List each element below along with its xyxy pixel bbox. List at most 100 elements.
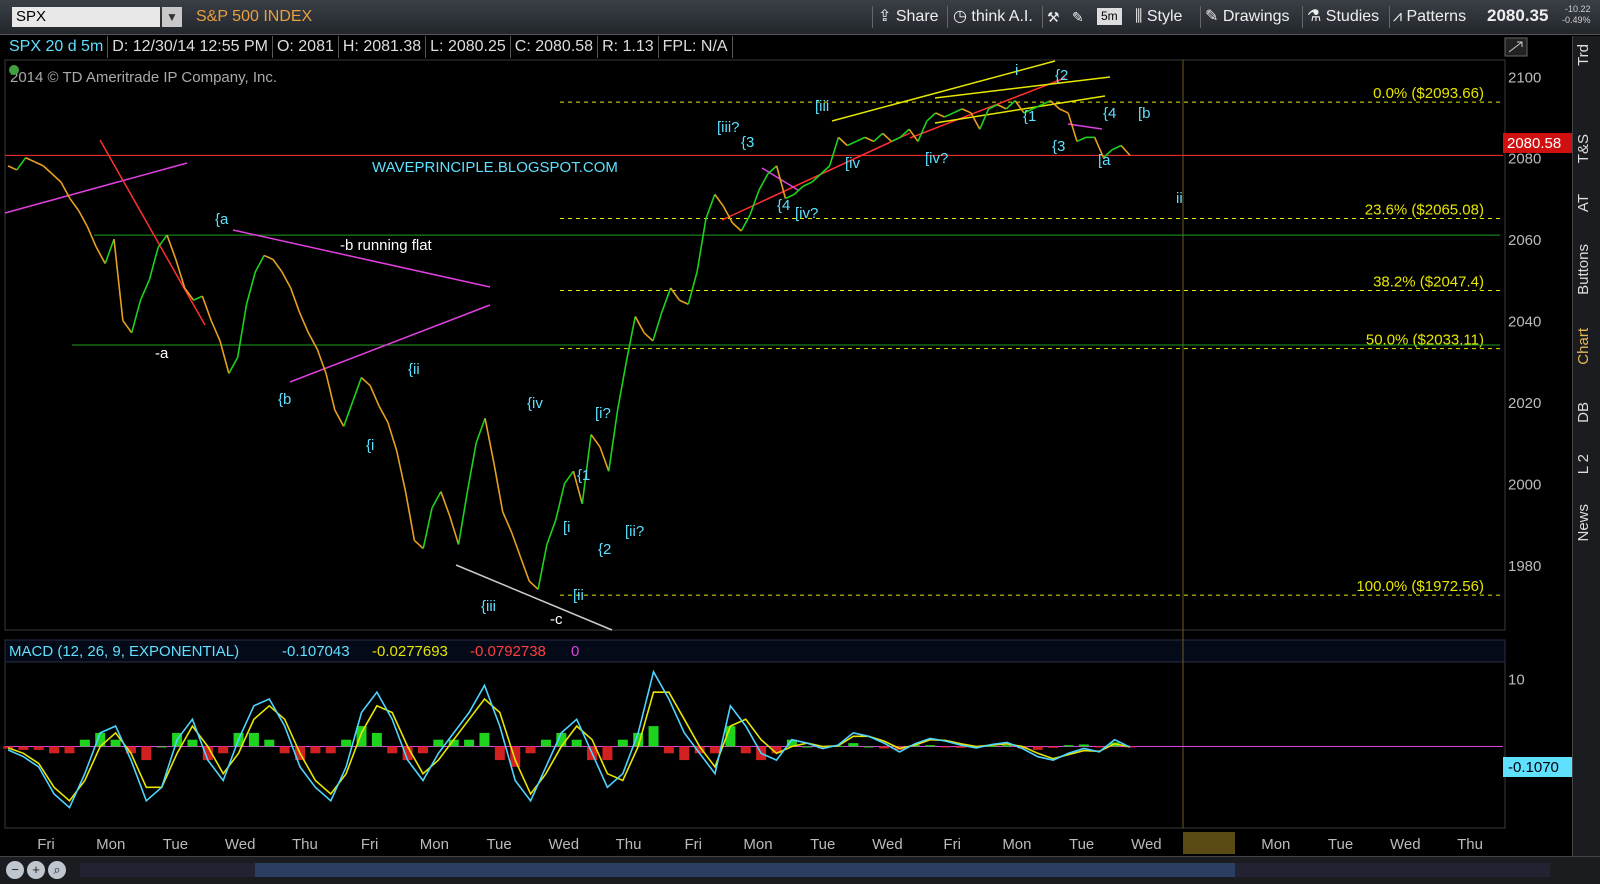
- price-segment: [298, 312, 310, 334]
- wave-label: {1: [1023, 108, 1036, 125]
- price-segment: [281, 271, 292, 289]
- wave-label: {3: [741, 134, 754, 151]
- macd-axis-tick: 10: [1508, 672, 1525, 689]
- price-segment: [113, 239, 124, 321]
- macd-histogram-bar: [156, 746, 167, 748]
- time-axis-tick: Mon: [420, 836, 449, 853]
- price-segment: [325, 373, 336, 411]
- price-segment: [122, 320, 133, 334]
- time-axis-tick: Tue: [163, 836, 188, 853]
- fib-level-label: 100.0% ($1972.56): [1356, 578, 1484, 595]
- price-segment: [254, 255, 265, 273]
- zoom-out-icon[interactable]: −: [6, 861, 24, 879]
- price-segment: [882, 132, 893, 143]
- wave-label: {i: [366, 437, 374, 454]
- macd-histogram-bar: [648, 726, 659, 747]
- tab-db[interactable]: DB: [1575, 402, 1599, 423]
- macd-histogram-bar: [848, 743, 859, 747]
- macd-histogram-bar: [433, 739, 444, 747]
- zoom-in-icon[interactable]: +: [27, 861, 45, 879]
- price-axis-tick: 2060: [1508, 232, 1541, 249]
- price-segment: [873, 132, 884, 143]
- trend-line: [99, 139, 206, 326]
- time-axis-tick: Fri: [685, 836, 703, 853]
- time-axis-tick: Wed: [549, 836, 580, 853]
- macd-histogram-bar: [49, 746, 60, 754]
- price-segment: [687, 271, 698, 305]
- macd-histogram-bar: [479, 732, 490, 747]
- price-chart[interactable]: 0.0% ($2093.66) 23.6% ($2065.08) 38.2% ($2…: [0, 0, 1600, 883]
- wave-label: {2: [1055, 67, 1068, 84]
- macd-histogram-bar: [1032, 746, 1043, 750]
- time-axis-tick: Tue: [1328, 836, 1353, 853]
- time-axis-tick: Tue: [486, 836, 511, 853]
- price-segment: [431, 491, 442, 509]
- price-segment: [1067, 112, 1078, 142]
- price-segment: [484, 418, 495, 464]
- price-segment: [289, 287, 301, 313]
- price-segment: [502, 511, 513, 533]
- tab-buttons[interactable]: Buttons: [1575, 244, 1599, 295]
- tab-news[interactable]: News: [1575, 504, 1599, 542]
- price-segment: [387, 422, 398, 452]
- macd-histogram-bar: [310, 746, 321, 754]
- price-segment: [519, 556, 530, 582]
- macd-histogram-bar: [248, 732, 259, 747]
- price-segment: [537, 544, 548, 590]
- macd-line: [7, 669, 1131, 809]
- price-segment: [86, 226, 98, 248]
- price-segment: [714, 193, 725, 208]
- price-segment: [175, 259, 186, 289]
- time-axis-tick: Wed: [1390, 836, 1421, 853]
- price-segment: [201, 295, 212, 321]
- price-segment: [272, 259, 283, 273]
- search-icon[interactable]: ⌕: [48, 861, 66, 879]
- macd-value: -0.107043: [282, 643, 350, 660]
- price-segment: [837, 136, 848, 147]
- tab-at[interactable]: AT: [1575, 194, 1599, 212]
- trend-line: [909, 77, 1066, 139]
- price-segment: [369, 385, 380, 407]
- copyright-text: 2014 © TD Ameritrade IP Company, Inc.: [10, 69, 277, 86]
- price-axis-tick: 1980: [1508, 558, 1541, 575]
- tab-l2[interactable]: L 2: [1575, 454, 1599, 474]
- wave-label: [iii?: [717, 119, 740, 136]
- price-segment: [16, 157, 27, 171]
- info-icon[interactable]: [9, 65, 19, 75]
- price-segment: [952, 108, 963, 114]
- price-segment: [263, 254, 274, 261]
- price-segment: [944, 112, 954, 118]
- price-axis-tick: 2100: [1508, 69, 1541, 86]
- price-segment: [210, 320, 221, 342]
- wave-label: {a: [215, 211, 229, 228]
- macd-diff-value: -0.0792738: [470, 643, 546, 660]
- fib-level-label: 38.2% ($2047.4): [1373, 273, 1484, 290]
- macd-histogram-bar: [1078, 744, 1089, 747]
- tab-ts[interactable]: T&S: [1575, 134, 1599, 163]
- macd-histogram-bar: [141, 746, 152, 761]
- price-segment: [342, 401, 354, 427]
- macd-histogram-bar: [187, 739, 198, 747]
- scrollbar-thumb[interactable]: [255, 863, 1235, 877]
- price-segment: [25, 156, 35, 163]
- macd-histogram-bar: [417, 746, 428, 754]
- wave-label: {4: [1103, 105, 1116, 122]
- trend-line: [455, 564, 613, 631]
- price-segment: [740, 214, 751, 232]
- fib-level-label: 0.0% ($2093.66): [1373, 85, 1484, 102]
- price-segment: [634, 316, 645, 334]
- macd-title[interactable]: MACD (12, 26, 9, EXPONENTIAL): [9, 643, 239, 660]
- price-segment: [69, 197, 80, 212]
- tab-chart[interactable]: Chart: [1575, 328, 1599, 365]
- wave-label: {b: [278, 391, 291, 408]
- price-segment: [652, 312, 663, 342]
- time-axis-tick: Mon: [96, 836, 125, 853]
- wave-label: -c: [550, 611, 563, 628]
- macd-histogram-bar: [1063, 745, 1074, 747]
- time-scrollbar[interactable]: [80, 863, 1550, 877]
- wave-label: [b: [1138, 105, 1151, 122]
- tab-trd[interactable]: Trd: [1575, 44, 1599, 66]
- price-segment: [864, 136, 875, 143]
- macd-histogram-bar: [525, 746, 536, 754]
- wave-label: [a: [1098, 152, 1111, 169]
